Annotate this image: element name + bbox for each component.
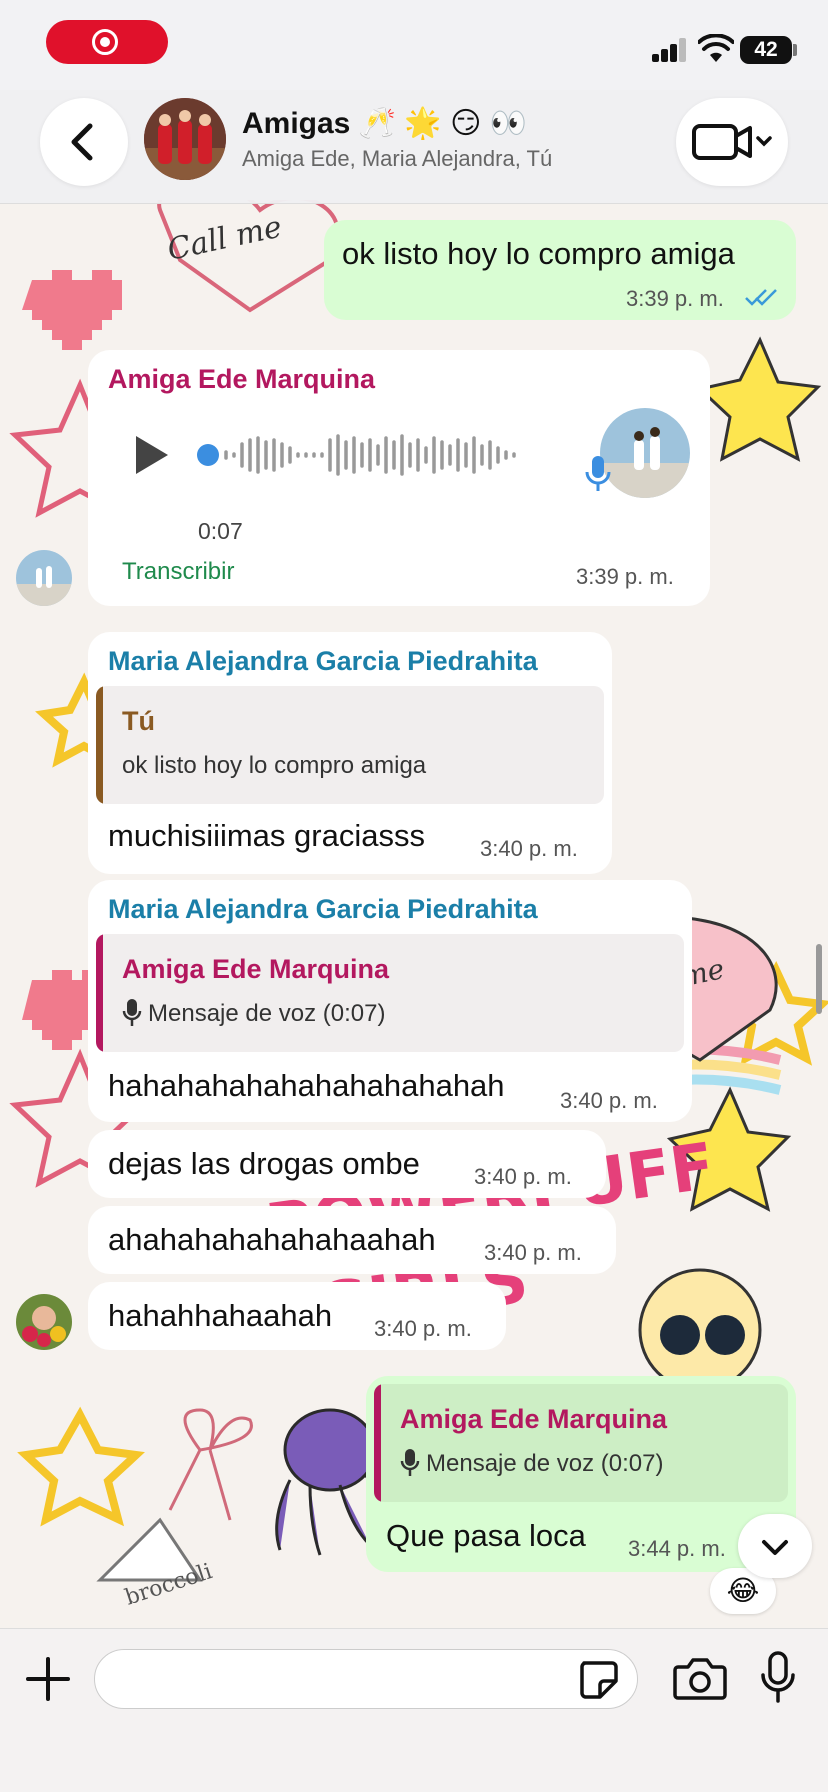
message-time: 3:40 p. m. [374,1316,472,1341]
message-time: 3:40 p. m. [474,1164,572,1189]
read-receipt-icon [745,289,777,306]
back-chevron-icon [71,123,93,161]
group-photo [144,98,226,180]
message-text: ahahahahahahahaahah [108,1222,436,1257]
composer-bar [0,1628,828,1792]
message-text: ok listo hoy lo compro amiga [342,236,735,271]
scroll-down-chevron-icon [762,1540,788,1555]
video-call-button[interactable] [676,98,788,186]
status-bar: 42 [0,0,828,90]
back-button[interactable] [40,98,128,186]
message-sender: Amiga Ede Marquina [108,364,376,394]
voice-duration: 0:07 [198,518,243,544]
sender-avatar-maria[interactable] [16,1294,72,1350]
screen-recording-indicator[interactable] [46,20,168,64]
avatar-photo [16,1294,72,1350]
message-input[interactable] [94,1649,638,1709]
quote-bar [96,686,103,804]
plus-icon[interactable] [18,1649,78,1709]
message-text: hahahhahaahah [108,1298,333,1333]
voice-waveform[interactable] [196,430,556,480]
camera-icon[interactable] [672,1653,728,1703]
message-text: Que pasa loca [386,1518,586,1553]
group-avatar[interactable] [144,98,226,180]
wifi-icon [698,34,734,62]
message-time: 3:40 p. m. [560,1088,658,1113]
microphone-icon [122,999,142,1026]
message-time: 3:39 p. m. [626,286,724,311]
battery-tip [793,44,797,56]
video-camera-icon [692,124,772,160]
microphone-icon [400,1449,420,1476]
quoted-author: Amiga Ede Marquina [122,954,390,984]
message-voice[interactable]: Amiga Ede Marquina 0:07 Transcribir 3:39… [88,350,710,606]
message-incoming[interactable]: hahahhahaahah 3:40 p. m. [88,1282,506,1350]
message-reply[interactable]: Maria Alejandra Garcia Piedrahita Tú ok … [88,632,612,874]
message-time: 3:39 p. m. [576,564,674,589]
message-text: muchisiiimas graciasss [108,818,425,853]
message-text: dejas las drogas ombe [108,1146,420,1181]
message-outgoing-reply[interactable]: Amiga Ede Marquina Mensaje de voz (0:07)… [366,1376,796,1572]
sender-avatar-ede[interactable] [16,550,72,606]
sender-voice-avatar [600,408,690,498]
quoted-text: Mensaje de voz (0:07) [426,1450,664,1477]
chat-header: Amigas 🥂 🌟 😏 👀 Amiga Ede, Maria Alejandr… [0,90,828,204]
quoted-message[interactable]: Amiga Ede Marquina Mensaje de voz (0:07) [374,1384,788,1502]
message-incoming[interactable]: dejas las drogas ombe 3:40 p. m. [88,1130,606,1198]
svg-text:Call me: Call me [164,210,285,268]
message-incoming[interactable]: ahahahahahahahaahah 3:40 p. m. [88,1206,616,1274]
voice-avatar-photo [600,408,690,498]
quoted-message[interactable]: Amiga Ede Marquina Mensaje de voz (0:07) [96,934,684,1052]
quoted-message[interactable]: Tú ok listo hoy lo compro amiga [96,686,604,804]
microphone-icon[interactable] [758,1649,798,1705]
quoted-author: Amiga Ede Marquina [400,1404,668,1434]
message-time: 3:40 p. m. [484,1240,582,1265]
cellular-signal-icon [652,38,688,62]
quoted-author: Tú [122,706,155,736]
microphone-icon [585,456,611,491]
message-time: 3:44 p. m. [628,1536,726,1561]
scroll-to-bottom-button[interactable] [738,1514,812,1578]
quoted-text: ok listo hoy lo compro amiga [122,752,427,779]
battery-icon: 42 [740,36,792,64]
message-reply[interactable]: Maria Alejandra Garcia Piedrahita Amiga … [88,880,692,1122]
record-icon [92,29,118,55]
message-time: 3:40 p. m. [480,836,578,861]
chat-title[interactable]: Amigas 🥂 🌟 😏 👀 [242,106,527,141]
transcribe-link[interactable]: Transcribir [122,558,234,586]
message-outgoing[interactable]: ok listo hoy lo compro amiga 3:39 p. m. [324,220,796,320]
quote-bar [374,1384,381,1502]
sticker-icon[interactable] [576,1657,620,1701]
scrollbar-thumb[interactable] [816,944,822,1014]
battery-level: 42 [754,38,778,61]
chat-participants[interactable]: Amiga Ede, Maria Alejandra, Tú [242,146,552,172]
message-sender: Maria Alejandra Garcia Piedrahita [108,894,538,924]
message-text: hahahahahahahahahahahah [108,1068,505,1103]
play-icon[interactable] [126,430,176,480]
quote-bar [96,934,103,1052]
quoted-text: Mensaje de voz (0:07) [148,1000,386,1027]
avatar-photo [16,550,72,606]
message-sender: Maria Alejandra Garcia Piedrahita [108,646,538,676]
